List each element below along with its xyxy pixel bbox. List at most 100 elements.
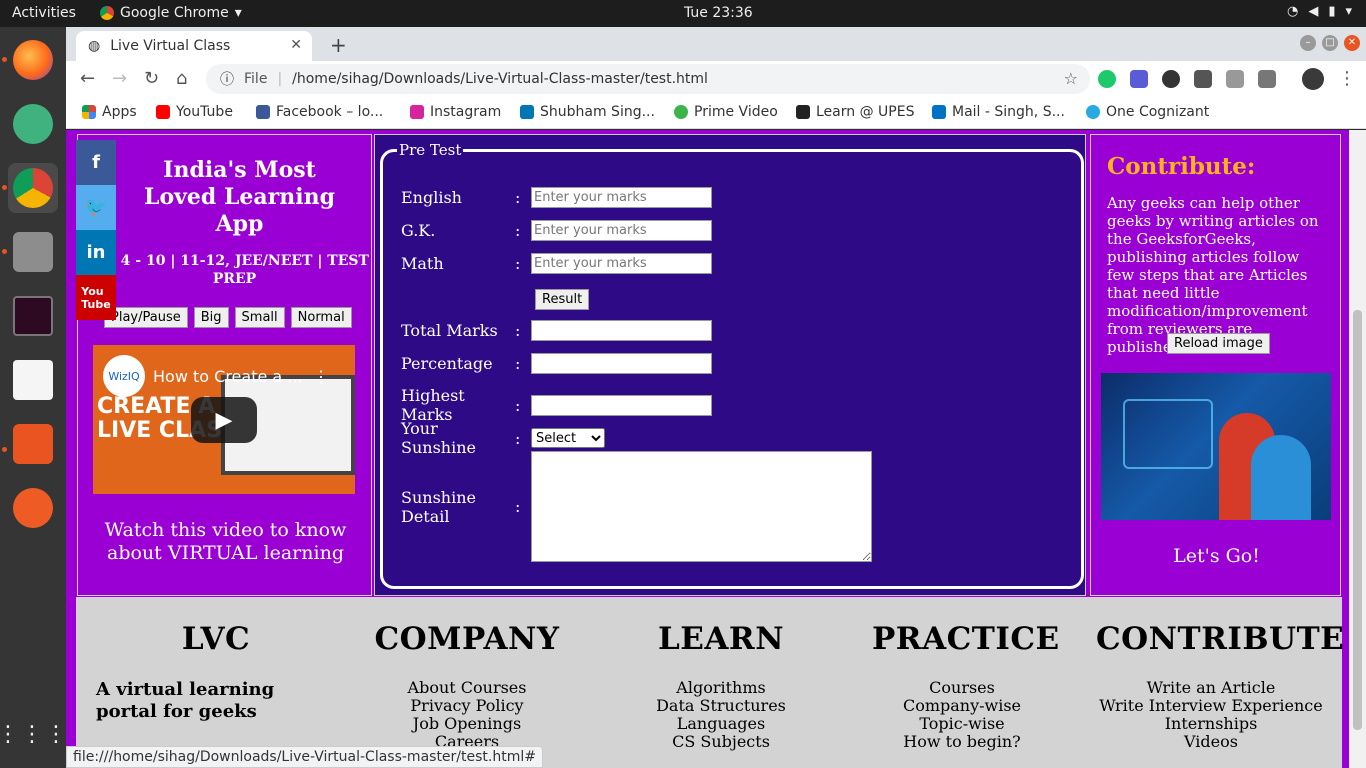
footer-link[interactable]: Data Structures <box>636 697 806 715</box>
running-indicator <box>2 185 7 190</box>
footer-link[interactable]: Internships <box>1096 715 1326 733</box>
scrollbar-thumb[interactable] <box>1353 310 1362 730</box>
maximize-button[interactable]: □ <box>1322 35 1338 51</box>
play-pause-button[interactable]: Play/Pause <box>104 307 188 328</box>
total-marks-output[interactable] <box>531 320 712 341</box>
footer-link[interactable]: Algorithms <box>636 679 806 697</box>
math-marks-input[interactable] <box>531 253 712 274</box>
profile-avatar[interactable] <box>1302 68 1324 90</box>
cognizant-icon <box>1086 105 1100 119</box>
footer-link[interactable]: How to begin? <box>872 733 1052 751</box>
extension-icon[interactable] <box>1194 70 1212 88</box>
address-bar[interactable]: ⓘ File | /home/sihag/Downloads/Live-Virt… <box>206 64 1090 94</box>
lets-go-link[interactable]: Let's Go! <box>1091 545 1342 567</box>
sunshine-detail-textarea[interactable] <box>531 451 872 562</box>
normal-button[interactable]: Normal <box>290 307 352 328</box>
atom-launcher[interactable] <box>8 99 58 149</box>
bookmark-label: Mail - Singh, S... <box>952 104 1065 120</box>
globe-icon: ◍ <box>88 38 101 54</box>
play-icon[interactable]: ▶ <box>191 397 257 443</box>
bookmark-mail[interactable]: Mail - Singh, S... <box>932 104 1065 120</box>
menu-icon[interactable]: ⋮ <box>1338 68 1356 89</box>
footer-link[interactable]: Languages <box>636 715 806 733</box>
clock[interactable]: Tue 23:36 <box>684 5 753 21</box>
extension-icon[interactable] <box>1226 70 1244 88</box>
new-tab-button[interactable]: + <box>330 33 347 57</box>
bookmark-apps[interactable]: Apps <box>82 104 137 120</box>
grammarly-extension-icon[interactable] <box>1098 70 1116 88</box>
footer-link[interactable]: Write Interview Experience <box>1096 697 1326 715</box>
english-marks-input[interactable] <box>531 187 712 208</box>
url-text: /home/sihag/Downloads/Live-Virtual-Class… <box>292 71 708 87</box>
back-button[interactable]: ← <box>80 68 95 89</box>
footer-link[interactable]: Videos <box>1096 733 1326 751</box>
sunshine-select[interactable]: Select <box>531 428 605 448</box>
chrome-icon <box>100 6 114 20</box>
chrome-launcher[interactable] <box>8 163 58 213</box>
linkedin-share-icon[interactable]: in <box>76 230 116 275</box>
minimize-button[interactable]: – <box>1300 35 1316 51</box>
reload-button[interactable]: ↻ <box>144 68 159 89</box>
footer-heading: PRACTICE <box>872 621 1060 657</box>
bookmark-youtube[interactable]: YouTube <box>156 104 233 120</box>
hologram-shape <box>1123 399 1213 469</box>
files-launcher[interactable] <box>8 227 58 277</box>
small-button[interactable]: Small <box>234 307 285 328</box>
left-panel: India's Most Loved Learning App ss 4 - 1… <box>77 134 372 596</box>
social-share-bar: f 🐦 in You Tube <box>76 140 116 320</box>
bookmark-prime-video[interactable]: Prime Video <box>674 104 778 120</box>
blackboard-icon <box>796 105 810 119</box>
firefox-launcher[interactable] <box>8 35 58 85</box>
home-button[interactable]: ⌂ <box>176 68 187 89</box>
bookmark-instagram[interactable]: Instagram <box>410 104 501 120</box>
forward-button[interactable]: → <box>112 68 127 89</box>
footer-link[interactable]: Courses <box>872 679 1052 697</box>
contribute-panel: Contribute: Any geeks can help other gee… <box>1090 134 1341 596</box>
footer-link[interactable]: Privacy Policy <box>372 697 562 715</box>
big-button[interactable]: Big <box>193 307 229 328</box>
footer-link[interactable]: Job Openings <box>372 715 562 733</box>
twitter-share-icon[interactable]: 🐦 <box>76 185 116 230</box>
tab-live-virtual-class[interactable]: ◍ Live Virtual Class ✕ <box>76 31 312 61</box>
kids-hologram-image <box>1101 373 1331 520</box>
close-window-button[interactable]: ✕ <box>1344 35 1360 51</box>
page-viewport: India's Most Loved Learning App ss 4 - 1… <box>66 130 1349 768</box>
software-launcher[interactable] <box>8 419 58 469</box>
footer-link[interactable]: CS Subjects <box>636 733 806 751</box>
footer-link[interactable]: About Courses <box>372 679 562 697</box>
footer: LVC A virtual learning portal for geeks … <box>76 597 1344 768</box>
system-tray[interactable]: ◔ ◀ ▮ ▾ <box>1287 4 1352 19</box>
percentage-row: Percentage : <box>401 353 712 374</box>
chevron-down-icon: ▾ <box>1345 4 1352 19</box>
youtube-share-icon[interactable]: You Tube <box>76 275 116 320</box>
text-editor-launcher[interactable] <box>8 355 58 405</box>
video-player[interactable]: CREATE A LIVE CLAS WizIQ How to Create a … <box>93 345 355 494</box>
postman-launcher[interactable] <box>8 483 58 533</box>
more-options-icon[interactable]: ⋮ <box>313 367 329 386</box>
percentage-output[interactable] <box>531 353 712 374</box>
close-tab-icon[interactable]: ✕ <box>290 37 302 53</box>
highest-marks-output[interactable] <box>531 394 712 416</box>
bookmark-one-cognizant[interactable]: One Cognizant <box>1086 104 1209 120</box>
show-applications-button[interactable]: ⋮⋮⋮ <box>0 709 67 759</box>
boy-figure <box>1251 435 1311 520</box>
footer-link[interactable]: Topic-wise <box>872 715 1052 733</box>
extension-icon[interactable] <box>1162 70 1180 88</box>
bookmark-facebook[interactable]: Facebook – lo... <box>256 104 383 120</box>
footer-link[interactable]: Company-wise <box>872 697 1052 715</box>
bookmark-star-icon[interactable]: ☆ <box>1064 69 1078 88</box>
extension-icon[interactable] <box>1130 70 1148 88</box>
extension-icon[interactable] <box>1258 70 1276 88</box>
reload-image-button[interactable]: Reload image <box>1167 333 1270 354</box>
bookmark-linkedin[interactable]: Shubham Sing... <box>520 104 655 120</box>
info-icon: ⓘ <box>220 72 234 88</box>
activities-button[interactable]: Activities <box>12 5 76 21</box>
footer-link[interactable]: Write an Article <box>1096 679 1326 697</box>
app-menu[interactable]: Google Chrome ▾ <box>100 5 242 21</box>
bookmark-upes[interactable]: Learn @ UPES <box>796 104 914 120</box>
gk-marks-input[interactable] <box>531 220 712 241</box>
result-button[interactable]: Result <box>535 289 590 310</box>
facebook-share-icon[interactable]: f <box>76 140 116 185</box>
page-scrollbar[interactable] <box>1349 130 1366 768</box>
terminal-launcher[interactable] <box>8 291 58 341</box>
